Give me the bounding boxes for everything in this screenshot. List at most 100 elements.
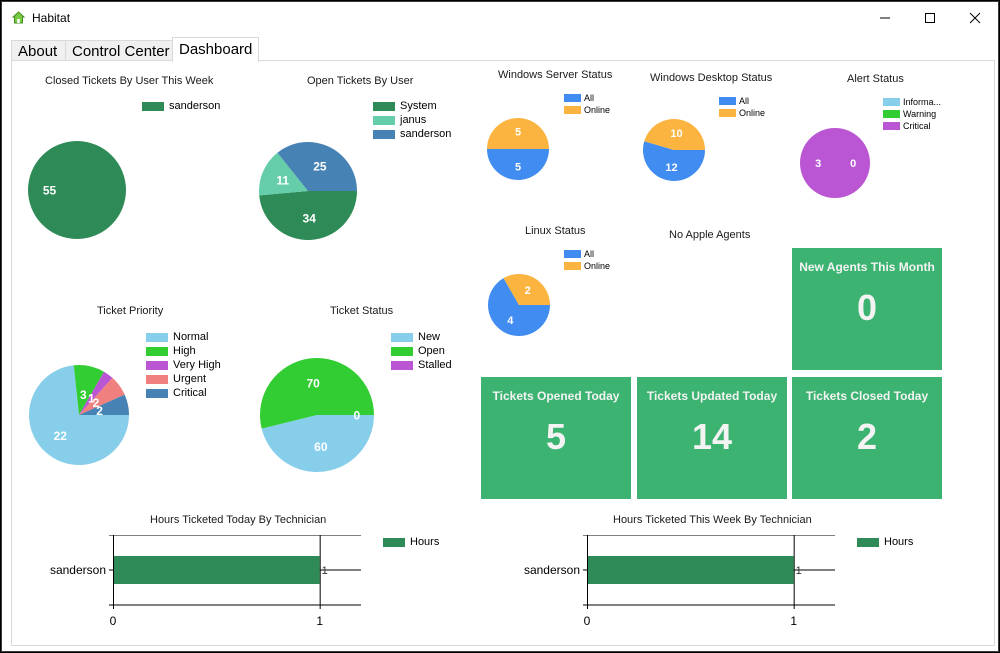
legend-item: Online	[719, 107, 765, 119]
legend-swatch	[564, 262, 581, 270]
x-tick-label: 1	[316, 614, 323, 628]
pie-data-label: 12	[665, 162, 677, 174]
legend-item: High	[146, 344, 221, 358]
house-icon	[12, 11, 25, 24]
legend-item: Very High	[146, 358, 221, 372]
no-apple-agents-label: No Apple Agents	[669, 229, 751, 241]
y-category-label: sanderson	[50, 563, 106, 577]
chart-title: Ticket Status	[330, 305, 394, 317]
legend-swatch	[146, 360, 168, 370]
pie-data-label: 70	[306, 377, 320, 391]
bar	[588, 556, 794, 584]
x-tick-label: 0	[584, 614, 591, 628]
tab-about[interactable]: About	[11, 40, 66, 61]
legend-swatch	[564, 94, 581, 102]
x-tick-label: 0	[110, 614, 117, 628]
minimize-icon	[880, 17, 890, 19]
legend-item: Open	[391, 344, 452, 358]
legend-label: sanderson	[169, 100, 221, 112]
chart-legend: All Online	[719, 95, 765, 119]
chart-title: Alert Status	[847, 73, 904, 85]
chart-legend: Informa... Warning Critical	[883, 96, 941, 132]
legend-item: All	[564, 248, 610, 260]
legend-label: Critical	[903, 121, 931, 131]
legend-swatch	[373, 101, 395, 111]
window-title: Habitat	[32, 11, 71, 25]
tile-tickets-opened: Tickets Opened Today 5	[481, 377, 631, 499]
minimize-button[interactable]	[862, 2, 908, 34]
pie-slice	[800, 128, 870, 198]
pie-data-label: 0	[354, 408, 361, 422]
legend-label: Stalled	[418, 359, 452, 371]
chart-title: Closed Tickets By User This Week	[45, 75, 214, 87]
legend-swatch	[146, 388, 168, 398]
bar-chart-hours-week: 0 1 sanderson 1	[524, 535, 835, 628]
legend-label: All	[584, 249, 595, 259]
pie-data-label: 3	[80, 388, 87, 402]
pie-data-label: 3	[815, 158, 821, 170]
pie-chart-ticket-status: 60 70 0	[260, 358, 374, 473]
legend-label: High	[173, 345, 196, 357]
pie-data-label: 34	[303, 212, 317, 226]
pie-chart-open-by-user: 34 11 25	[259, 142, 357, 240]
legend-item: Warning	[883, 108, 941, 120]
pie-data-label: 55	[43, 183, 57, 197]
maximize-button[interactable]	[907, 2, 953, 34]
bar-data-label: 1	[796, 565, 802, 577]
pie-data-label: 4	[507, 315, 514, 327]
close-button[interactable]	[952, 2, 998, 34]
legend-item: janus	[373, 113, 451, 127]
legend-label: Very High	[173, 359, 221, 371]
pie-chart-closed-by-user: 55	[28, 141, 126, 239]
chart-title: Ticket Priority	[97, 305, 164, 317]
y-category-label: sanderson	[524, 563, 580, 577]
legend-swatch	[373, 115, 395, 125]
legend-item: sanderson	[373, 127, 451, 141]
legend-item: Informa...	[883, 96, 941, 108]
pie-data-label: 22	[54, 429, 68, 443]
tile-new-agents: New Agents This Month 0	[792, 248, 942, 370]
legend-swatch	[883, 110, 900, 118]
legend-swatch	[373, 129, 395, 139]
pie-data-label: 5	[515, 161, 521, 173]
pie-chart-ticket-priority: 223 122	[28, 365, 129, 465]
chart-legend: New Open Stalled	[391, 330, 452, 372]
legend-item: Online	[564, 104, 610, 116]
tile-title: Tickets Opened Today	[492, 389, 620, 403]
legend-item: Stalled	[391, 358, 452, 372]
chart-title: Hours Ticketed This Week By Technician	[613, 514, 812, 526]
legend-swatch	[391, 332, 413, 342]
chart-title: Windows Desktop Status	[650, 72, 773, 84]
chart-title: Windows Server Status	[498, 69, 613, 81]
legend-label: System	[400, 100, 437, 112]
legend-label: Hours	[884, 536, 914, 548]
tile-tickets-closed: Tickets Closed Today 2	[792, 377, 942, 499]
tab-control-center[interactable]: Control Center	[65, 40, 173, 61]
chart-title: Open Tickets By User	[307, 75, 414, 87]
pie-data-label: 10	[670, 128, 682, 140]
legend-label: Open	[418, 345, 445, 357]
legend-swatch	[883, 98, 900, 106]
pie-data-label: 11	[276, 174, 289, 188]
x-tick-label: 1	[790, 614, 797, 628]
pie-chart-windows-server: 55	[487, 118, 549, 180]
legend-item: sanderson	[142, 99, 220, 113]
app-window: Habitat About Control Center Dashboard C…	[1, 1, 999, 652]
legend-label: Critical	[173, 387, 207, 399]
chart-title: Linux Status	[525, 225, 586, 237]
legend-item: Normal	[146, 330, 221, 344]
title-bar: Habitat	[2, 2, 998, 34]
bar	[114, 556, 320, 584]
chart-legend: System janus sanderson	[373, 99, 451, 141]
tab-dashboard[interactable]: Dashboard	[172, 37, 259, 62]
legend-swatch	[564, 106, 581, 114]
legend-swatch	[564, 250, 581, 258]
legend-item: Online	[564, 260, 610, 272]
legend-label: Online	[739, 108, 766, 118]
legend-label: New	[418, 331, 441, 343]
maximize-icon	[925, 13, 935, 23]
chart-legend: sanderson	[142, 99, 220, 113]
legend-label: Urgent	[173, 373, 207, 385]
legend-item: Urgent	[146, 372, 221, 386]
tile-value: 14	[691, 416, 733, 457]
